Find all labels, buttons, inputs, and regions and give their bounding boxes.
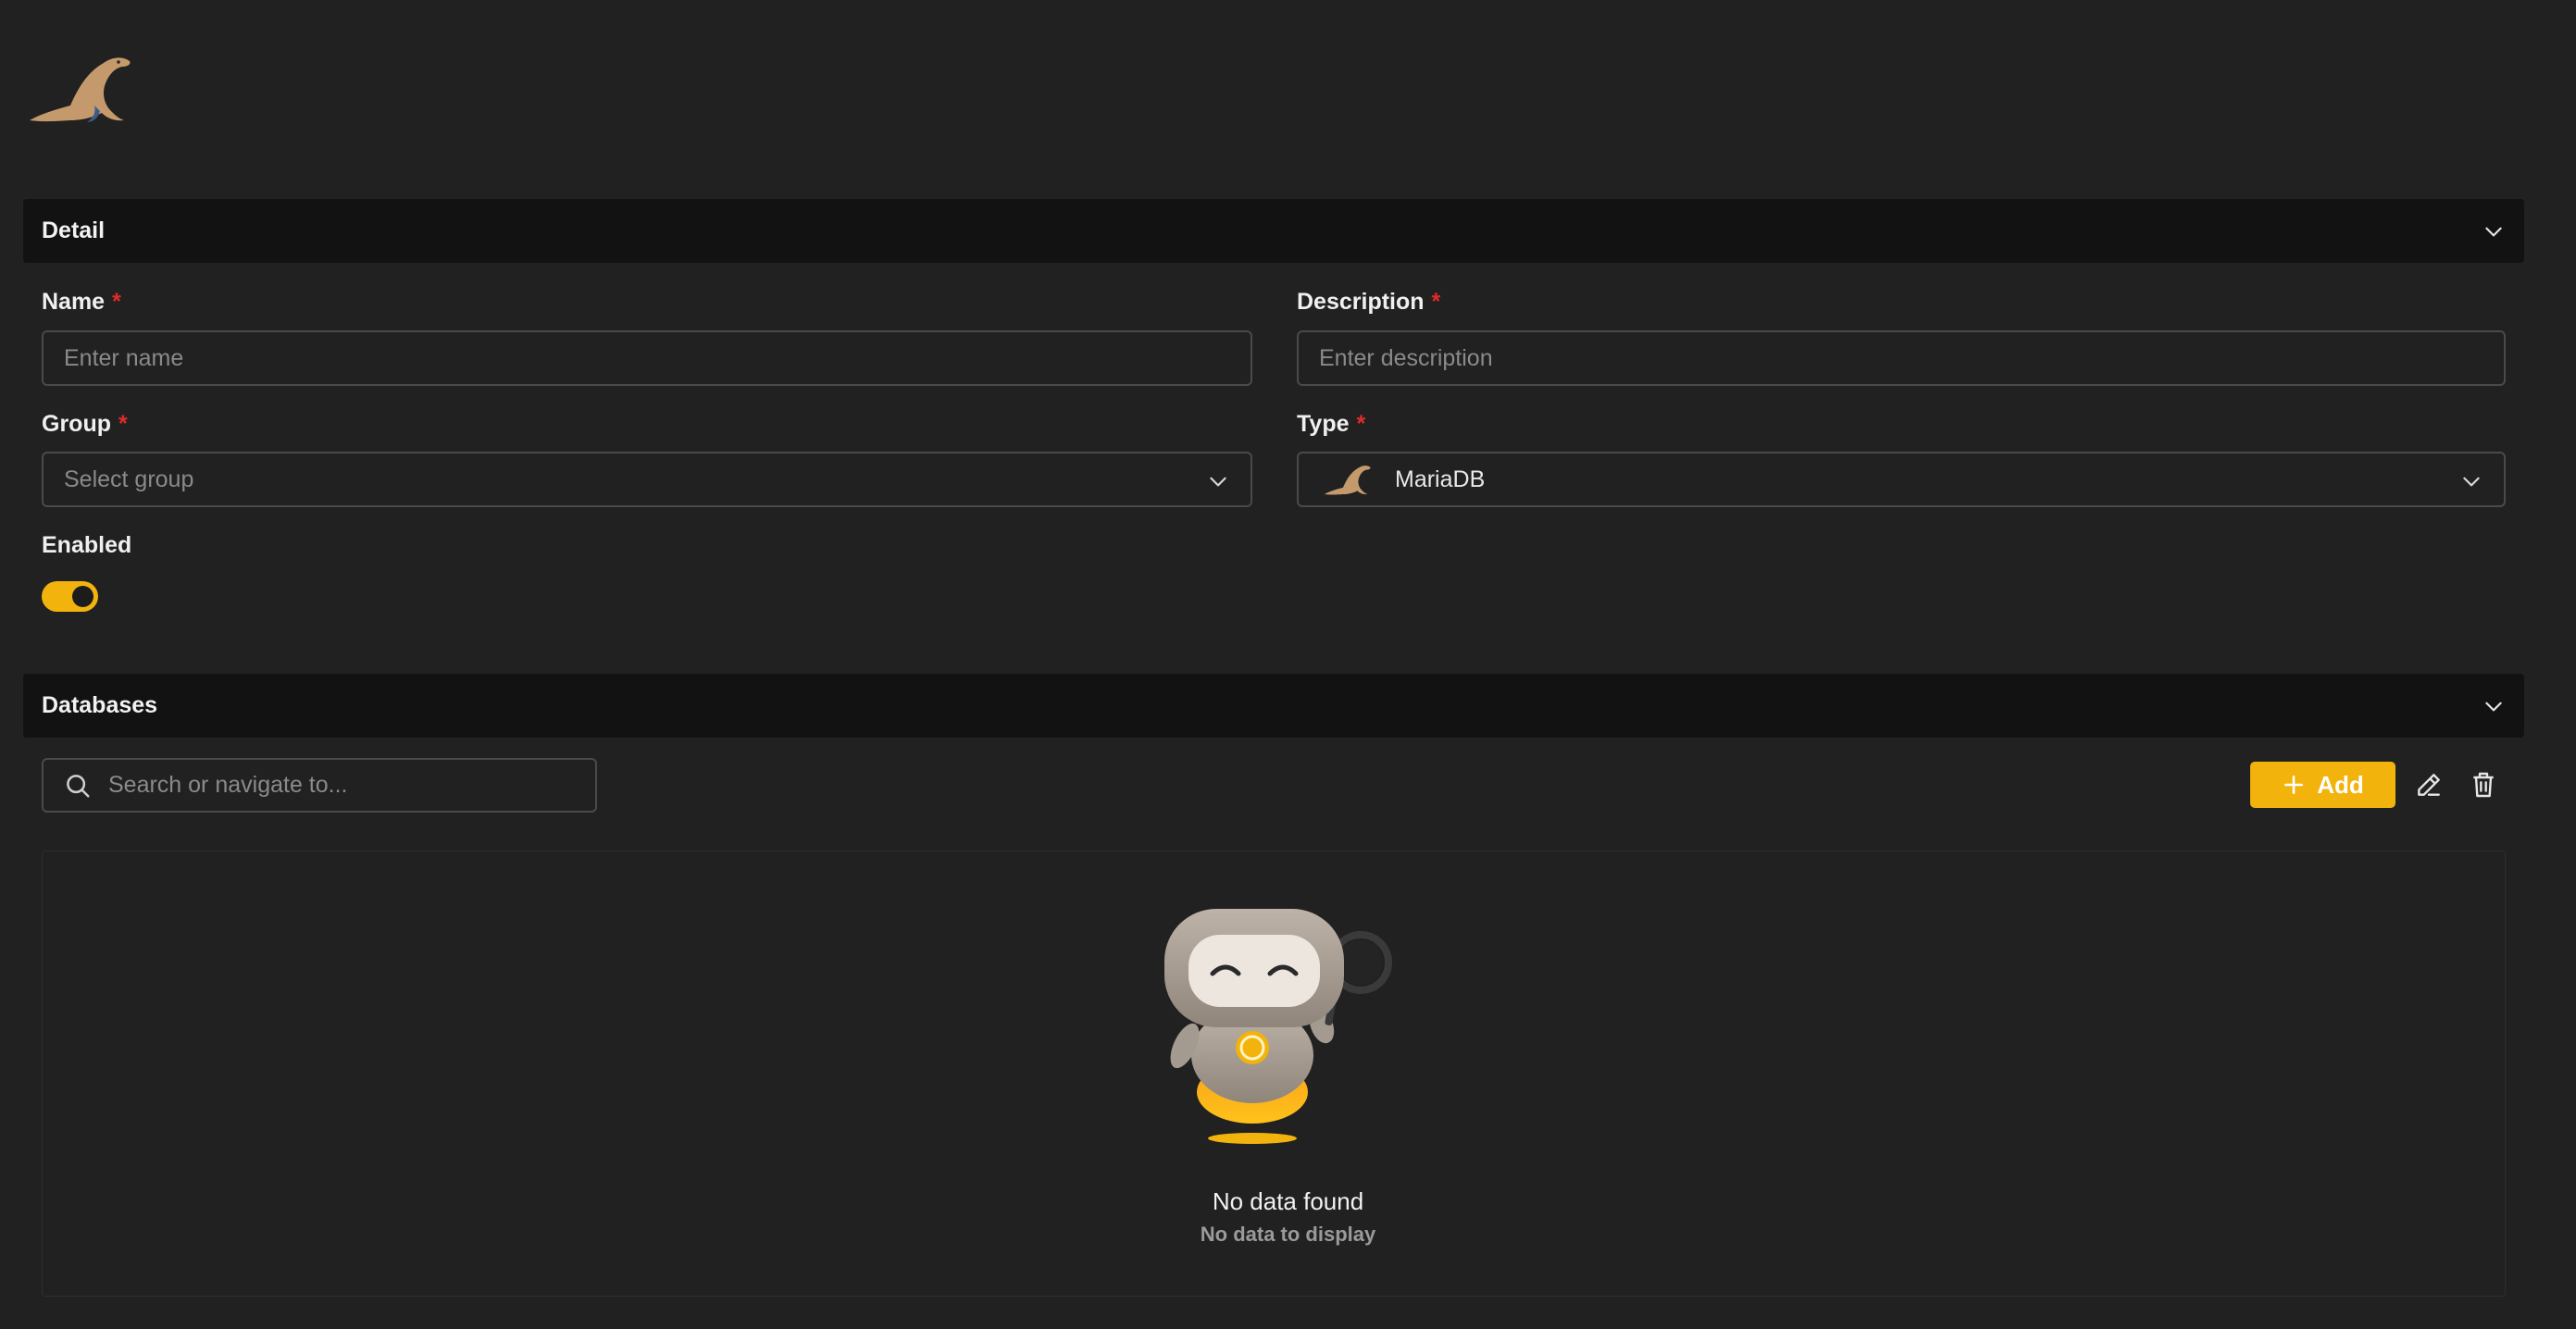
chevron-down-icon[interactable]: [2482, 694, 2506, 718]
required-marker: *: [1356, 411, 1366, 437]
group-select[interactable]: Select group: [42, 452, 1252, 507]
add-button-label: Add: [2317, 770, 2364, 799]
description-input-placeholder: Enter description: [1319, 344, 1493, 371]
chevron-down-icon: [1210, 477, 1226, 487]
name-label: Name *: [42, 289, 121, 316]
type-select-value: MariaDB: [1395, 466, 1486, 492]
group-label: Group *: [42, 411, 128, 438]
required-marker: *: [118, 411, 128, 437]
edit-button[interactable]: [2413, 769, 2445, 801]
toggle-knob: [72, 586, 93, 607]
database-search-input[interactable]: Search or navigate to...: [42, 758, 597, 813]
mariadb-logo-icon: [30, 57, 131, 122]
search-icon: [67, 774, 90, 797]
description-label-text: Description: [1297, 289, 1425, 315]
empty-state-subtitle: No data to display: [1200, 1223, 1376, 1246]
enabled-toggle[interactable]: [42, 581, 98, 612]
databases-section-header[interactable]: Databases: [23, 674, 2524, 738]
search-placeholder: Search or navigate to...: [108, 772, 348, 798]
pencil-icon: [2418, 774, 2440, 796]
chevron-down-icon[interactable]: [2482, 219, 2506, 243]
delete-button[interactable]: [2468, 769, 2499, 801]
required-marker: *: [112, 289, 121, 315]
type-label-text: Type: [1297, 411, 1350, 437]
databases-section-title: Databases: [42, 692, 158, 718]
name-input[interactable]: Enter name: [42, 330, 1252, 386]
detail-section-title: Detail: [42, 217, 106, 243]
type-label: Type *: [1297, 411, 1365, 438]
add-database-button[interactable]: Add: [2250, 762, 2396, 808]
type-select[interactable]: MariaDB: [1297, 452, 2506, 507]
plus-icon: [2284, 776, 2304, 794]
group-select-placeholder: Select group: [64, 466, 194, 492]
name-label-text: Name: [42, 289, 106, 315]
description-input[interactable]: Enter description: [1297, 330, 2506, 386]
detail-section-header[interactable]: Detail: [23, 199, 2524, 263]
empty-state-title: No data found: [1212, 1187, 1364, 1215]
robot-magnifier-illustration: [1164, 909, 1392, 1144]
group-label-text: Group: [42, 411, 111, 437]
description-label: Description *: [1297, 289, 1440, 316]
chevron-down-icon: [2463, 477, 2480, 487]
name-input-placeholder: Enter name: [64, 344, 184, 371]
required-marker: *: [1431, 289, 1441, 315]
trash-icon: [2473, 772, 2494, 798]
enabled-label: Enabled: [42, 532, 132, 558]
mariadb-seal-icon: [1324, 466, 1371, 495]
